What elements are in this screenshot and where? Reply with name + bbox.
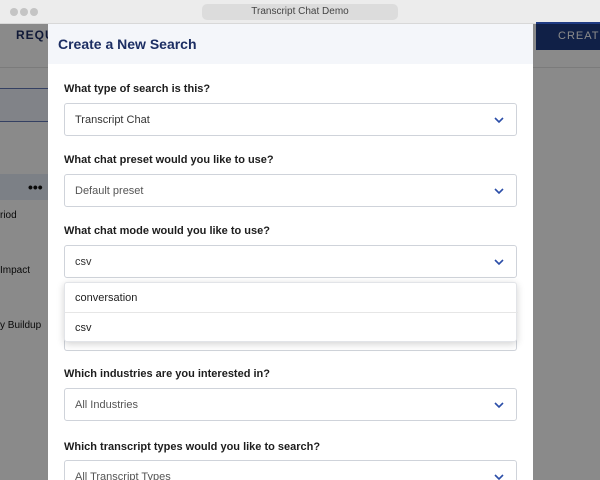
industries-label: Which industries are you interested in? bbox=[64, 368, 270, 380]
chevron-down-icon bbox=[494, 258, 504, 266]
chat-preset-select[interactable]: Default preset bbox=[64, 174, 517, 207]
industries-select[interactable]: All Industries bbox=[64, 388, 517, 421]
chat-mode-value: csv bbox=[75, 256, 92, 268]
chat-mode-dropdown: conversation csv bbox=[64, 282, 518, 343]
transcript-types-label: Which transcript types would you like to… bbox=[64, 441, 321, 453]
chevron-down-icon bbox=[494, 116, 504, 124]
close-window-icon[interactable] bbox=[10, 8, 18, 16]
create-search-modal: Create a New Search What type of search … bbox=[48, 24, 533, 480]
window-titlebar: Transcript Chat Demo bbox=[0, 0, 600, 24]
chat-mode-option-csv[interactable]: csv bbox=[65, 313, 518, 343]
window-title: Transcript Chat Demo bbox=[202, 4, 398, 20]
transcript-types-value: All Transcript Types bbox=[75, 471, 171, 480]
chat-mode-select[interactable]: csv bbox=[64, 245, 517, 278]
search-type-label: What type of search is this? bbox=[64, 83, 211, 95]
chat-mode-label: What chat mode would you like to use? bbox=[64, 225, 270, 237]
chevron-down-icon bbox=[494, 401, 504, 409]
chat-preset-label: What chat preset would you like to use? bbox=[64, 154, 274, 166]
chevron-down-icon bbox=[494, 473, 504, 480]
chat-mode-option-conversation[interactable]: conversation bbox=[65, 283, 518, 313]
search-type-select[interactable]: Transcript Chat bbox=[64, 103, 517, 136]
transcript-types-select[interactable]: All Transcript Types bbox=[64, 460, 517, 480]
modal-title: Create a New Search bbox=[58, 36, 197, 52]
search-type-value: Transcript Chat bbox=[75, 114, 150, 126]
chat-preset-value: Default preset bbox=[75, 185, 144, 197]
minimize-window-icon[interactable] bbox=[20, 8, 28, 16]
modal-header: Create a New Search bbox=[48, 24, 533, 64]
chevron-down-icon bbox=[494, 187, 504, 195]
industries-value: All Industries bbox=[75, 399, 138, 411]
zoom-window-icon[interactable] bbox=[30, 8, 38, 16]
